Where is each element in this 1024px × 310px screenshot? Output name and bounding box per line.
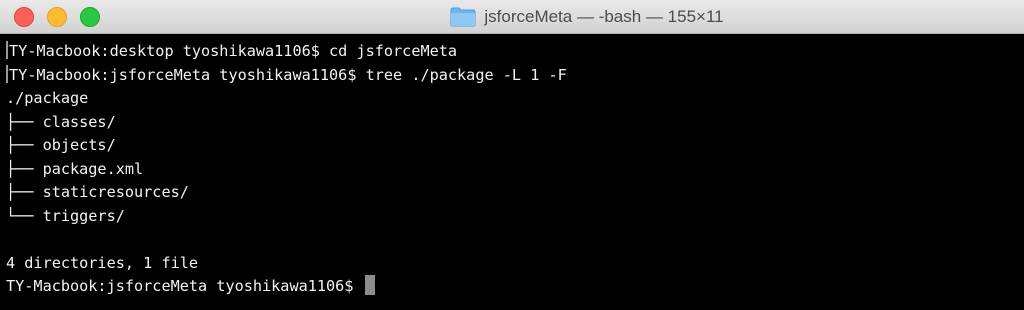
terminal-line: └── triggers/ [6,206,125,225]
terminal-line: ├── objects/ [6,136,116,154]
terminal-window: jsforceMeta — -bash — 155×11 TY-Macbook:… [0,0,1024,310]
terminal-output[interactable]: TY-Macbook:desktop tyoshikawa1106$ cd js… [0,34,1024,310]
line-marker [6,64,8,83]
prompt-text: TY-Macbook:jsforceMeta tyoshikawa1106$ [6,277,363,295]
terminal-line: TY-Macbook:desktop tyoshikawa1106$ cd js… [6,40,1024,64]
text-cursor [364,275,375,295]
window-title: jsforceMeta — -bash — 155×11 [484,7,724,26]
terminal-line: ├── classes/ [6,112,116,131]
terminal-line: ├── package.xml [6,159,144,178]
terminal-line: ├── staticresources/ [6,183,189,201]
terminal-line: TY-Macbook:jsforceMeta tyoshikawa1106$ t… [6,64,1024,88]
terminal-prompt-line: TY-Macbook:jsforceMeta tyoshikawa1106$ [6,275,1024,299]
window-title-area: jsforceMeta — -bash — 155×11 [0,0,1024,34]
terminal-line: 4 directories, 1 file [6,253,199,272]
terminal-line: ./package [6,89,89,107]
title-bar[interactable]: jsforceMeta — -bash — 155×11 [0,0,1024,34]
line-marker [6,41,8,59]
folder-icon [450,7,476,27]
